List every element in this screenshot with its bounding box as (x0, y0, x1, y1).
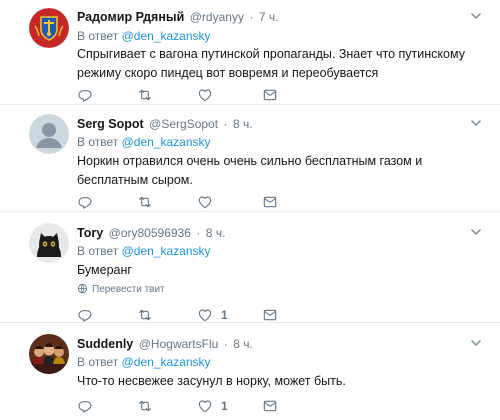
retweet-button[interactable] (137, 306, 153, 324)
author-handle[interactable]: @HogwartsFlu (139, 337, 219, 351)
retweet-icon (137, 87, 153, 103)
reply-button[interactable] (77, 86, 93, 104)
tweet-menu-button[interactable] (468, 335, 484, 351)
tweet-header: Радомир Рдяный @rdyanyy · 7 ч. (77, 8, 279, 26)
envelope-icon (262, 398, 278, 414)
reply-prefix: В ответ (77, 135, 119, 149)
reply-mention-link[interactable]: @den_kazansky (122, 135, 211, 149)
like-button[interactable] (197, 193, 221, 211)
like-count: 1 (221, 399, 228, 413)
reply-button[interactable] (77, 397, 93, 415)
reply-context: В ответ @den_kazansky (77, 134, 211, 150)
header-separator: · (249, 10, 254, 24)
reply-mention-link[interactable]: @den_kazansky (122, 355, 211, 369)
reply-icon (77, 398, 93, 414)
tweet-actions: 1 (77, 397, 317, 415)
tweet-menu-button[interactable] (468, 115, 484, 131)
heart-icon (197, 398, 213, 414)
retweet-button[interactable] (137, 193, 153, 211)
tweet-text: Что-то несвежее засунул в норку, может б… (77, 374, 346, 388)
direct-message-button[interactable] (262, 397, 278, 415)
reply-icon (77, 307, 93, 323)
header-separator: · (196, 226, 201, 240)
direct-message-button[interactable] (262, 86, 278, 104)
envelope-icon (262, 307, 278, 323)
tweet-header: Suddenly @HogwartsFlu · 8 ч. (77, 335, 253, 353)
translate-tweet-link[interactable]: Перевести твит (77, 283, 165, 297)
tweet-text: Спрыгивает с вагона путинской пропаганды… (77, 47, 465, 80)
retweet-icon (137, 398, 153, 414)
header-separator: · (223, 337, 228, 351)
tweet-actions (77, 193, 317, 211)
avatar[interactable] (29, 223, 69, 263)
chevron-down-icon (468, 115, 484, 131)
tweet-header: Tory @ory80596936 · 8 ч. (77, 224, 225, 242)
chevron-down-icon (468, 8, 484, 24)
reply-icon (77, 194, 93, 210)
like-button[interactable]: 1 (197, 306, 228, 324)
author-name[interactable]: Tory (77, 226, 103, 240)
avatar[interactable] (29, 334, 69, 374)
heart-icon (197, 194, 213, 210)
reply-icon (77, 87, 93, 103)
tweet-menu-button[interactable] (468, 224, 484, 240)
tweet-menu-button[interactable] (468, 8, 484, 24)
timestamp[interactable]: 8 ч. (206, 226, 226, 240)
tweet[interactable]: Serg Sopot @SergSopot · 8 ч. В ответ @de… (0, 106, 500, 212)
tweet-actions (77, 86, 317, 104)
reply-prefix: В ответ (77, 244, 119, 258)
direct-message-button[interactable] (262, 306, 278, 324)
author-name[interactable]: Радомир Рдяный (77, 10, 184, 24)
reply-button[interactable] (77, 193, 93, 211)
author-name[interactable]: Suddenly (77, 337, 133, 351)
globe-icon (77, 283, 88, 294)
author-handle[interactable]: @ory80596936 (109, 226, 191, 240)
direct-message-button[interactable] (262, 193, 278, 211)
retweet-icon (137, 307, 153, 323)
reply-button[interactable] (77, 306, 93, 324)
retweet-icon (137, 194, 153, 210)
reply-mention-link[interactable]: @den_kazansky (122, 244, 211, 258)
chevron-down-icon (468, 335, 484, 351)
timestamp[interactable]: 8 ч. (233, 117, 253, 131)
reply-context: В ответ @den_kazansky (77, 354, 211, 370)
tweet-text: Бумеранг (77, 263, 132, 277)
retweet-button[interactable] (137, 397, 153, 415)
reply-context: В ответ @den_kazansky (77, 28, 211, 44)
reply-context: В ответ @den_kazansky (77, 243, 211, 259)
avatar[interactable] (29, 114, 69, 154)
reply-prefix: В ответ (77, 29, 119, 43)
tweet[interactable]: Радомир Рдяный @rdyanyy · 7 ч. В ответ @… (0, 0, 500, 105)
tweet[interactable]: Tory @ory80596936 · 8 ч. В ответ @den_ka… (0, 213, 500, 323)
author-handle[interactable]: @rdyanyy (190, 10, 244, 24)
like-count: 1 (221, 308, 228, 322)
envelope-icon (262, 87, 278, 103)
reply-prefix: В ответ (77, 355, 119, 369)
author-name[interactable]: Serg Sopot (77, 117, 144, 131)
reply-mention-link[interactable]: @den_kazansky (122, 29, 211, 43)
heart-icon (197, 87, 213, 103)
chevron-down-icon (468, 224, 484, 240)
author-handle[interactable]: @SergSopot (149, 117, 218, 131)
header-separator: · (223, 117, 228, 131)
timestamp[interactable]: 8 ч. (233, 337, 253, 351)
tweet-actions: 1 (77, 306, 317, 324)
tweet-text: Норкин отравился очень очень сильно бесп… (77, 154, 423, 187)
envelope-icon (262, 194, 278, 210)
timestamp[interactable]: 7 ч. (259, 10, 279, 24)
translate-label: Перевести твит (92, 284, 165, 295)
tweet[interactable]: Suddenly @HogwartsFlu · 8 ч. В ответ @de… (0, 324, 500, 420)
tweet-header: Serg Sopot @SergSopot · 8 ч. (77, 115, 253, 133)
heart-icon (197, 307, 213, 323)
like-button[interactable] (197, 86, 221, 104)
avatar[interactable] (29, 8, 69, 48)
retweet-button[interactable] (137, 86, 153, 104)
like-button[interactable]: 1 (197, 397, 228, 415)
